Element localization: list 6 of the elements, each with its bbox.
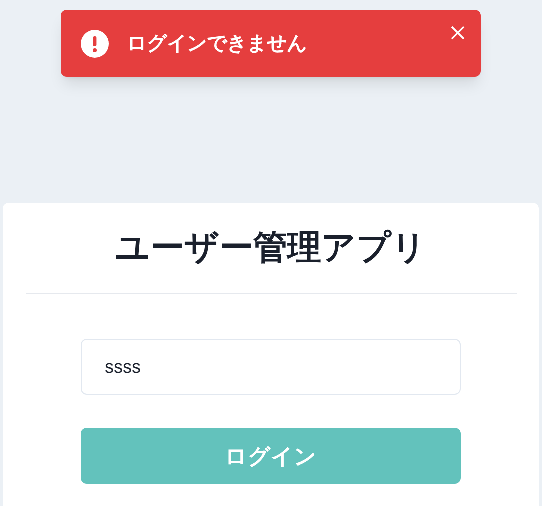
close-button[interactable] bbox=[449, 24, 467, 42]
alert-icon bbox=[81, 30, 109, 58]
toast-message: ログインできません bbox=[127, 32, 307, 56]
close-icon bbox=[450, 25, 466, 41]
app-title: ユーザー管理アプリ bbox=[116, 228, 426, 269]
input-field[interactable]: ssss bbox=[81, 339, 461, 395]
